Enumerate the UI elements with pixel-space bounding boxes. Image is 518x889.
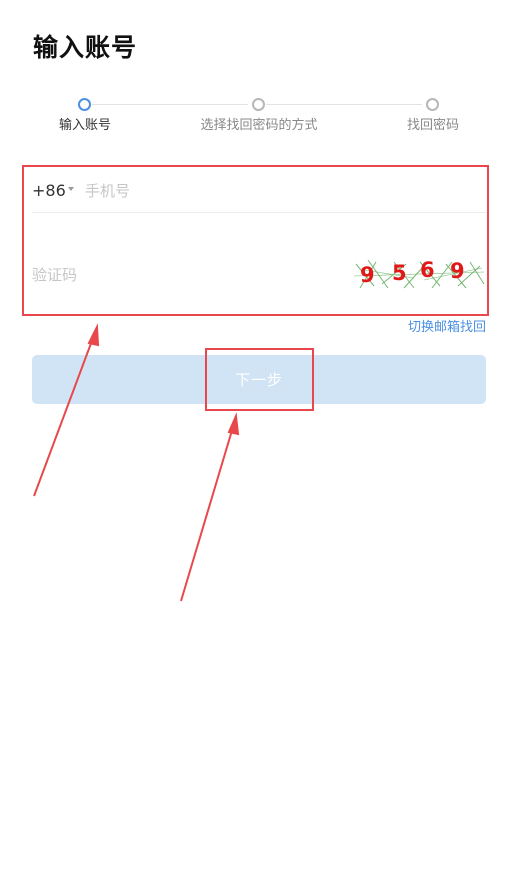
arrowhead-icon (227, 412, 240, 436)
arrowhead-icon (87, 323, 100, 347)
annotation-arrow (33, 337, 94, 497)
annotation-arrows (33, 323, 240, 602)
annotation-arrow (180, 426, 234, 602)
account-input-page: 输入账号 输入账号 选择找回密码的方式 找回密码 +86 手机号 验证码 9 5… (0, 0, 518, 889)
